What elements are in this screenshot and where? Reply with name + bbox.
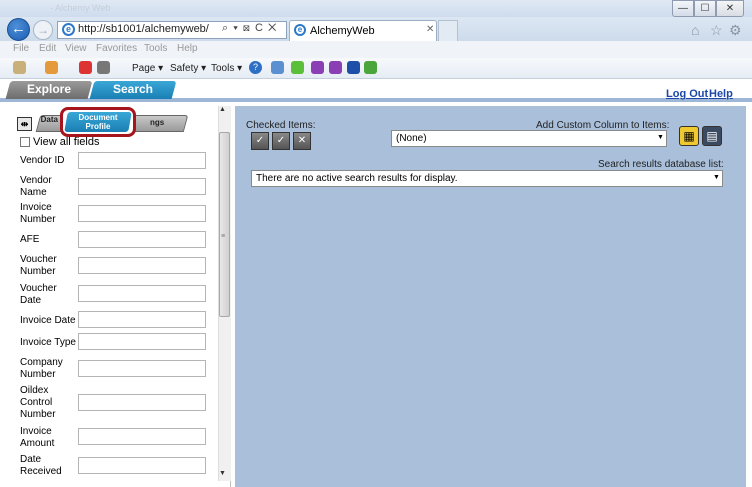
field-label: Vendor Name (20, 175, 52, 198)
company-number-input[interactable] (78, 360, 206, 377)
gear-icon[interactable]: ⚙ (729, 22, 742, 39)
field-label: Invoice Amount (20, 426, 55, 449)
voucher-number-input[interactable] (78, 257, 206, 274)
tab-settings-label[interactable]: ngs (150, 118, 164, 127)
custom-column-value[interactable]: (None) (396, 133, 427, 144)
field-label: Voucher Number (20, 254, 57, 277)
date-received-input[interactable] (78, 457, 206, 474)
afe-input[interactable] (78, 231, 206, 248)
menu-help[interactable]: Help (177, 43, 198, 54)
field-label: Date Received (20, 454, 62, 477)
onenote-icon[interactable] (311, 61, 324, 74)
field-label: Oildex Control Number (20, 385, 56, 420)
search-results-db-value[interactable]: There are no active search results for d… (256, 173, 458, 184)
window-title-bar (0, 0, 752, 17)
vendor-name-input[interactable] (78, 178, 206, 195)
field-label: Invoice Type (20, 337, 76, 348)
window-title: - Alchemy Web (50, 3, 111, 13)
menu-tools[interactable]: Tools (144, 43, 167, 54)
close-window-button[interactable]: ✕ (716, 0, 744, 17)
tab-explore-label[interactable]: Explore (8, 82, 90, 96)
tab-search-label[interactable]: Search (92, 82, 174, 96)
invoice-date-input[interactable] (78, 311, 206, 328)
scrollbar-grip-icon: ≡ (221, 233, 226, 240)
view-all-fields-checkbox[interactable] (20, 137, 30, 147)
field-label: Company Number (20, 357, 63, 380)
onenote-linked-icon[interactable] (329, 61, 342, 74)
ie-page-icon: e (62, 23, 75, 36)
scroll-down-arrow-icon[interactable]: ▼ (219, 470, 226, 477)
check-all-button[interactable]: ✓ (251, 132, 269, 150)
tools-menu[interactable]: Tools ▾ (211, 63, 242, 74)
oildex-control-number-input[interactable] (78, 394, 206, 411)
logout-link[interactable]: Log Out (666, 88, 708, 100)
menu-favorites[interactable]: Favorites (96, 43, 137, 54)
invoice-amount-input[interactable] (78, 428, 206, 445)
page-menu[interactable]: Page ▾ (132, 63, 163, 74)
scroll-up-arrow-icon[interactable]: ▲ (219, 106, 226, 113)
checked-items-label: Checked Items: (246, 120, 316, 131)
address-tools-icons[interactable]: ⌕ ▾ ⊠ C ✕ (222, 22, 277, 35)
new-tab-button[interactable] (438, 20, 458, 41)
menu-edit[interactable]: Edit (39, 43, 56, 54)
mail-icon[interactable] (79, 61, 92, 74)
menu-file[interactable]: File (13, 43, 29, 54)
menu-view[interactable]: View (65, 43, 87, 54)
search-results-db-label: Search results database list: (598, 159, 724, 170)
addon-icon[interactable] (364, 61, 377, 74)
favorites-star-icon[interactable]: ☆ (710, 22, 723, 39)
custom-column-select[interactable] (391, 130, 667, 147)
address-url[interactable]: http://sb1001/alchemyweb/ (78, 23, 209, 35)
tab-favicon-icon: e (294, 24, 306, 36)
vendor-id-input[interactable] (78, 152, 206, 169)
bluetooth-icon[interactable] (347, 61, 360, 74)
check-selected-button[interactable]: ✓ (272, 132, 290, 150)
print-icon[interactable] (97, 61, 110, 74)
research-icon[interactable] (291, 61, 304, 74)
invoice-number-input[interactable] (78, 205, 206, 222)
minimize-button[interactable]: — (672, 0, 694, 17)
maximize-button[interactable]: ☐ (694, 0, 716, 17)
home-icon[interactable]: ⌂ (691, 22, 699, 38)
messenger-icon[interactable] (271, 61, 284, 74)
safety-menu[interactable]: Safety ▾ (170, 63, 206, 74)
scrollbar-thumb[interactable] (219, 132, 230, 317)
tab-close-icon[interactable]: ✕ (426, 24, 434, 35)
home-small-icon[interactable] (13, 61, 26, 74)
grid-view-icon[interactable]: ▦ (679, 126, 699, 146)
chevron-down-icon[interactable]: ▼ (713, 174, 720, 181)
view-all-fields-label: View all fields (33, 136, 100, 148)
back-arrow-icon[interactable]: ← (7, 18, 30, 41)
uncheck-button[interactable]: ✕ (293, 132, 311, 150)
chevron-down-icon[interactable]: ▼ (657, 134, 664, 141)
field-label: Voucher Date (20, 283, 57, 306)
dock-panel-button[interactable]: ⇹ (17, 117, 32, 131)
browser-tab-label[interactable]: AlchemyWeb (310, 25, 375, 37)
field-label: Invoice Date (20, 315, 76, 326)
invoice-type-input[interactable] (78, 333, 206, 350)
help-link[interactable]: Help (709, 88, 733, 100)
field-label: Vendor ID (20, 155, 65, 166)
list-view-icon[interactable]: ▤ (702, 126, 722, 146)
voucher-date-input[interactable] (78, 285, 206, 302)
field-label: AFE (20, 234, 40, 245)
tab-document-profile-label[interactable]: Document Profile (66, 113, 130, 131)
field-label: Invoice Number (20, 202, 56, 225)
help-icon[interactable]: ? (249, 61, 262, 74)
feeds-icon[interactable] (45, 61, 58, 74)
forward-arrow-icon[interactable]: → (33, 20, 53, 40)
